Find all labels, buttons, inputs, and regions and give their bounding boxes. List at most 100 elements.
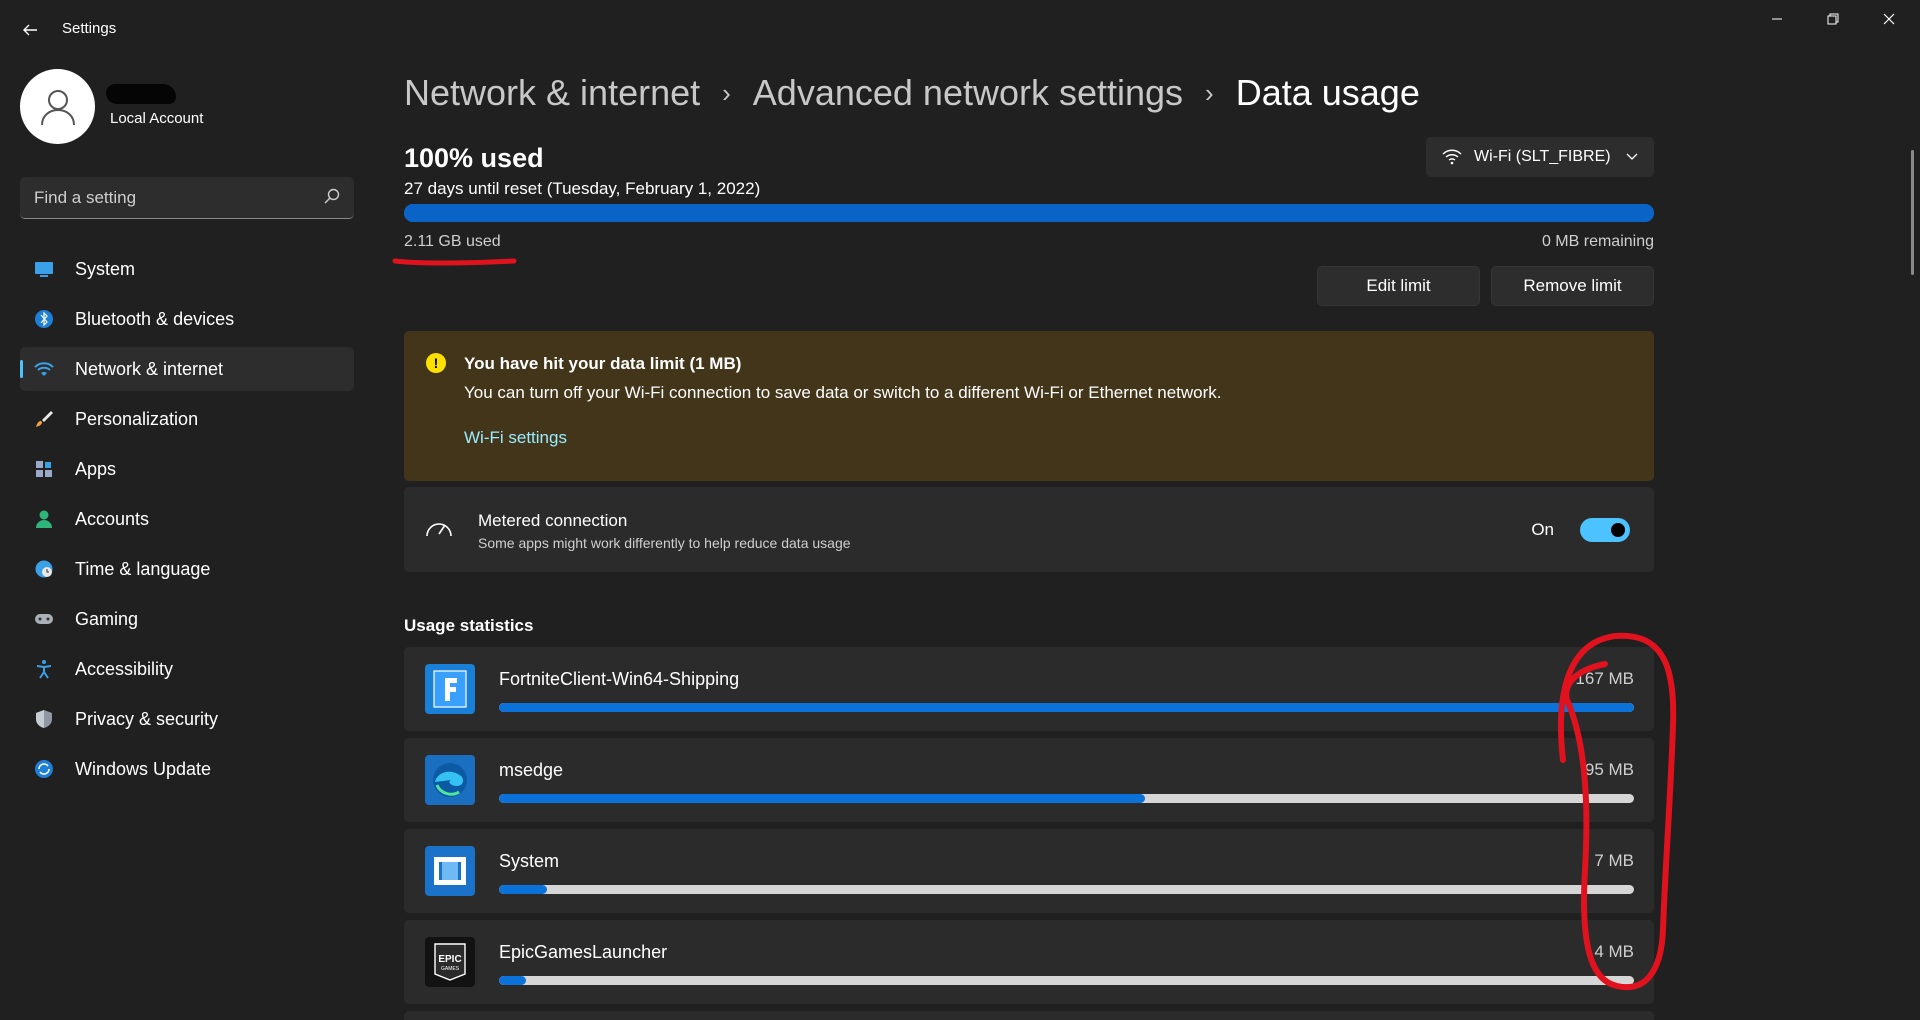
sidebar-item-gaming[interactable]: Gaming — [20, 597, 354, 641]
metered-toggle[interactable] — [1580, 518, 1630, 542]
app-usage-bar-fill — [499, 885, 547, 894]
chevron-right-icon: › — [1205, 77, 1214, 108]
list-item — [404, 1011, 1654, 1020]
globe-clock-icon — [35, 560, 53, 578]
wifi-icon — [34, 362, 54, 376]
percent-used: 100% used — [404, 143, 544, 173]
search-input[interactable]: Find a setting — [34, 188, 136, 208]
wifi-settings-link[interactable]: Wi-Fi settings — [464, 428, 567, 448]
app-name: System — [499, 851, 560, 871]
svg-text:GAMES: GAMES — [441, 966, 460, 972]
sidebar-item-windows-update[interactable]: Windows Update — [20, 747, 354, 791]
sidebar-item-label: Privacy & security — [75, 709, 219, 729]
red-underline-annotation — [392, 258, 517, 266]
network-dropdown-value: Wi-Fi (SLT_FIBRE) — [1474, 148, 1611, 165]
sidebar-item-label: System — [75, 259, 136, 279]
list-item: msedge 95 MB — [404, 738, 1654, 822]
reset-info: 27 days until reset (Tuesday, February 1… — [404, 179, 761, 198]
sidebar-item-bluetooth[interactable]: Bluetooth & devices — [20, 297, 354, 341]
sidebar-item-accessibility[interactable]: Accessibility — [20, 647, 354, 691]
app-title: Settings — [62, 20, 117, 37]
shield-icon — [36, 710, 52, 728]
metered-title: Metered connection — [478, 511, 628, 530]
bluetooth-icon — [35, 310, 53, 328]
system-icon — [35, 262, 53, 277]
remove-limit-button[interactable]: Remove limit — [1491, 266, 1654, 306]
sidebar-item-privacy-security[interactable]: Privacy & security — [20, 697, 354, 741]
sidebar-item-label: Accounts — [75, 509, 150, 529]
svg-text:EPIC: EPIC — [438, 954, 461, 965]
chevron-right-icon: › — [722, 77, 731, 108]
title-bar: Settings — [0, 0, 1920, 60]
app-usage-bar — [499, 885, 1634, 894]
sidebar-item-label: Gaming — [75, 609, 139, 629]
apps-icon — [36, 461, 52, 477]
edge-icon — [425, 755, 475, 805]
app-usage-bar-fill — [499, 794, 1145, 803]
sidebar-item-accounts[interactable]: Accounts — [20, 497, 354, 541]
sidebar-item-label: Time & language — [75, 559, 211, 579]
used-amount: 2.11 GB used — [404, 233, 501, 250]
sidebar-item-label: Apps — [75, 459, 117, 479]
red-circle-annotation — [1557, 632, 1677, 991]
close-icon — [1883, 13, 1895, 25]
sidebar-item-personalization[interactable]: Personalization — [20, 397, 354, 441]
epic-games-icon: EPIC GAMES — [425, 937, 475, 987]
app-usage-bar-fill — [499, 703, 1634, 712]
sidebar-item-network[interactable]: Network & internet — [20, 347, 354, 391]
gamepad-icon — [35, 614, 53, 624]
list-item: System 7 MB — [404, 829, 1654, 913]
speedometer-icon — [426, 523, 452, 537]
breadcrumb: Network & internet › Advanced network se… — [404, 72, 1420, 114]
wifi-icon — [1442, 149, 1462, 165]
data-usage-progress-fill — [404, 204, 1654, 222]
page-title: Data usage — [1235, 72, 1420, 113]
metered-toggle-state: On — [1531, 520, 1554, 539]
chevron-down-icon — [1626, 153, 1638, 160]
app-name: msedge — [499, 760, 564, 780]
usage-statistics-title: Usage statistics — [404, 616, 534, 635]
active-indicator — [20, 360, 23, 378]
metered-connection-card: Metered connection Some apps might work … — [404, 487, 1654, 572]
app-usage-bar — [499, 794, 1634, 803]
list-item: EPIC GAMES EpicGamesLauncher 4 MB — [404, 920, 1654, 1004]
edit-limit-button[interactable]: Edit limit — [1317, 266, 1480, 306]
accessibility-icon — [36, 660, 52, 679]
list-item: FortniteClient-Win64-Shipping 167 MB — [404, 647, 1654, 731]
search-box[interactable]: Find a setting — [20, 177, 354, 219]
back-button[interactable] — [14, 14, 46, 46]
sidebar-item-time-language[interactable]: Time & language — [20, 547, 354, 591]
sidebar-item-label: Windows Update — [75, 759, 212, 779]
restore-button[interactable] — [1810, 6, 1856, 32]
breadcrumb-network[interactable]: Network & internet — [404, 72, 700, 114]
sidebar-item-label: Accessibility — [75, 659, 174, 679]
sidebar-item-label: Network & internet — [75, 359, 224, 379]
app-name: FortniteClient-Win64-Shipping — [499, 669, 740, 689]
avatar[interactable] — [20, 69, 95, 144]
fortnite-icon — [425, 664, 475, 714]
sidebar-item-label: Personalization — [75, 409, 199, 429]
app-usage-bar — [499, 976, 1634, 985]
brush-icon — [36, 411, 53, 427]
breadcrumb-advanced[interactable]: Advanced network settings — [753, 72, 1183, 114]
remaining-amount: 0 MB remaining — [1541, 233, 1654, 250]
app-usage-bar — [499, 703, 1634, 712]
user-icon — [40, 89, 75, 125]
minimize-button[interactable] — [1754, 6, 1800, 32]
sidebar-item-label: Bluetooth & devices — [75, 309, 235, 329]
scrollbar-thumb[interactable] — [1911, 150, 1914, 275]
app-usage-bar-fill — [499, 976, 527, 985]
search-icon[interactable] — [324, 188, 340, 204]
metered-subtitle: Some apps might work differently to help… — [478, 535, 851, 551]
app-name: EpicGamesLauncher — [499, 942, 668, 962]
toggle-knob — [1611, 523, 1625, 537]
sidebar-item-apps[interactable]: Apps — [20, 447, 354, 491]
sidebar-item-system[interactable]: System — [20, 247, 354, 291]
network-dropdown[interactable]: Wi-Fi (SLT_FIBRE) — [1426, 137, 1654, 177]
warning-icon: ! — [426, 353, 446, 373]
warning-title: You have hit your data limit (1 MB) — [464, 354, 742, 373]
close-button[interactable] — [1866, 6, 1912, 32]
warning-body: You can turn off your Wi-Fi connection t… — [464, 383, 1222, 402]
restore-icon — [1827, 13, 1839, 25]
data-limit-warning: ! You have hit your data limit (1 MB) Yo… — [404, 331, 1654, 481]
